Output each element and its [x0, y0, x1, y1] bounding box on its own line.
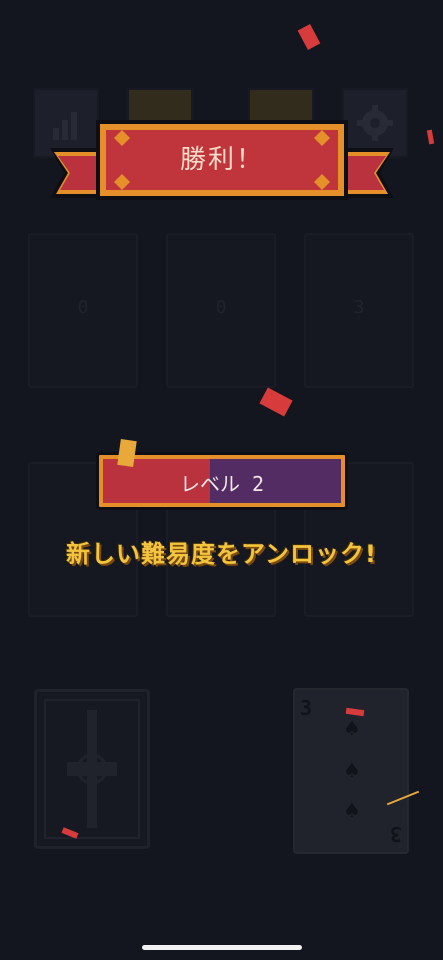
unlock-message: 新しい難易度をアンロック!	[66, 540, 377, 568]
spade-icon: ♠	[343, 716, 361, 740]
foundation-slot[interactable]: 3	[304, 233, 414, 388]
victory-title: 勝利！	[179, 145, 264, 175]
slot-label: 3	[353, 297, 365, 318]
card-rank: 3	[300, 696, 313, 720]
game-screen: 0 0 3 3 3 ♠ ♠ ♠ 勝利！ レベル 2 新しい難易度をアンロック!	[0, 0, 443, 960]
home-indicator[interactable]	[142, 945, 302, 950]
spade-icon: ♠	[343, 758, 361, 782]
slot-label: 0	[215, 297, 227, 318]
foundation-slot[interactable]: 0	[28, 233, 138, 388]
spade-icon: ♠	[343, 798, 361, 822]
foundation-slot[interactable]: 0	[166, 233, 276, 388]
draw-deck[interactable]	[34, 689, 150, 849]
slot-label: 0	[77, 297, 89, 318]
level-bar-track: レベル 2	[103, 459, 341, 503]
card-rank: 3	[389, 822, 402, 846]
card-back-pattern	[44, 699, 140, 839]
level-label: レベル 2	[179, 472, 265, 496]
